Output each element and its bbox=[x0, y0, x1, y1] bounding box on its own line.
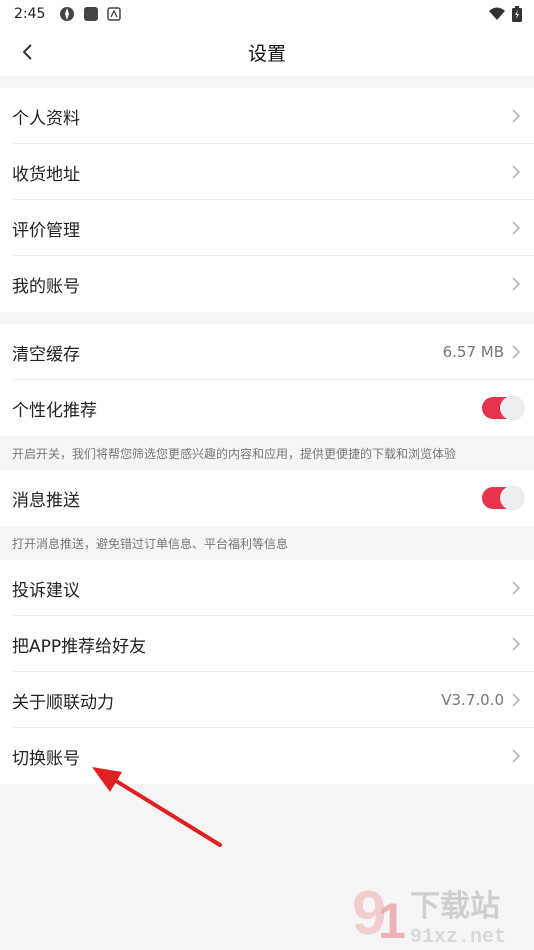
cache-group: 清空缓存 6.57 MB 个性化推荐 bbox=[0, 324, 534, 436]
app-bar: 设置 bbox=[0, 28, 534, 76]
row-reviews[interactable]: 评价管理 bbox=[0, 200, 534, 256]
row-label: 投诉建议 bbox=[12, 580, 80, 601]
row-label: 收货地址 bbox=[12, 164, 80, 185]
status-bar: 2:45 bbox=[0, 0, 534, 28]
square-notification-icon bbox=[84, 7, 99, 21]
push-group: 消息推送 bbox=[0, 470, 534, 526]
wifi-icon bbox=[489, 7, 505, 20]
chevron-right-icon bbox=[512, 749, 520, 763]
row-clear-cache[interactable]: 清空缓存 6.57 MB bbox=[0, 324, 534, 380]
push-toggle[interactable] bbox=[482, 486, 524, 510]
row-label: 个性化推荐 bbox=[12, 400, 97, 421]
app-notification-icon bbox=[60, 7, 75, 21]
svg-text:下载站: 下载站 bbox=[410, 889, 500, 924]
row-label: 我的账号 bbox=[12, 276, 80, 297]
push-hint: 打开消息推送，避免错过订单信息、平台福利等信息 bbox=[0, 526, 534, 560]
row-label: 把APP推荐给好友 bbox=[12, 636, 147, 657]
separator bbox=[0, 312, 534, 324]
chevron-right-icon bbox=[512, 109, 520, 123]
chevron-right-icon bbox=[512, 637, 520, 651]
page-title: 设置 bbox=[247, 42, 286, 65]
row-about[interactable]: 关于顺联动力 V3.7.0.0 bbox=[0, 672, 534, 728]
app-version: V3.7.0.0 bbox=[441, 691, 504, 709]
row-label: 切换账号 bbox=[12, 748, 80, 769]
personalized-hint: 开启开关，我们将帮您筛选您更感兴趣的内容和应用，提供更便捷的下载和浏览体验 bbox=[0, 436, 534, 470]
row-label: 关于顺联动力 bbox=[12, 692, 114, 713]
row-profile[interactable]: 个人资料 bbox=[0, 88, 534, 144]
back-arrow-icon[interactable] bbox=[16, 40, 40, 64]
row-push: 消息推送 bbox=[0, 470, 534, 526]
personalized-toggle[interactable] bbox=[482, 396, 524, 420]
row-label: 个人资料 bbox=[12, 108, 80, 129]
cache-size: 6.57 MB bbox=[442, 343, 504, 361]
svg-text:1: 1 bbox=[378, 893, 406, 948]
chevron-right-icon bbox=[512, 277, 520, 291]
row-address[interactable]: 收货地址 bbox=[0, 144, 534, 200]
row-label: 评价管理 bbox=[12, 220, 80, 241]
row-label: 消息推送 bbox=[12, 490, 80, 511]
chevron-right-icon bbox=[512, 165, 520, 179]
row-switch-account[interactable]: 切换账号 bbox=[0, 728, 534, 784]
row-feedback[interactable]: 投诉建议 bbox=[0, 560, 534, 616]
row-my-account[interactable]: 我的账号 bbox=[0, 256, 534, 312]
status-time: 2:45 bbox=[14, 6, 46, 22]
chevron-right-icon bbox=[512, 581, 520, 595]
toggle-knob bbox=[500, 396, 524, 420]
chevron-right-icon bbox=[512, 221, 520, 235]
chevron-right-icon bbox=[512, 345, 520, 359]
row-personalized: 个性化推荐 bbox=[0, 380, 534, 436]
row-share-app[interactable]: 把APP推荐给好友 bbox=[0, 616, 534, 672]
profile-group: 个人资料 收货地址 评价管理 我的账号 bbox=[0, 88, 534, 312]
toggle-knob bbox=[500, 486, 524, 510]
top-gap bbox=[0, 76, 534, 88]
chevron-right-icon bbox=[512, 693, 520, 707]
site-watermark-logo: 9 1 下载站 91xz.net bbox=[352, 879, 506, 948]
text-notification-icon bbox=[107, 7, 122, 21]
row-label: 清空缓存 bbox=[12, 344, 80, 365]
svg-text:91xz.net: 91xz.net bbox=[410, 926, 506, 948]
battery-icon bbox=[512, 6, 522, 22]
misc-group: 投诉建议 把APP推荐给好友 关于顺联动力 V3.7.0.0 切换账号 bbox=[0, 560, 534, 784]
